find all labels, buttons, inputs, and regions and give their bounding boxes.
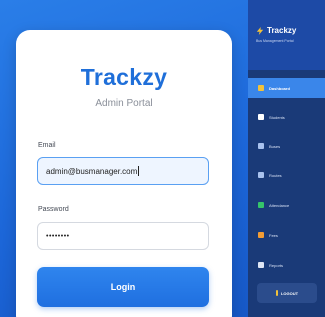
text-caret [138,166,140,176]
sidebar-item-label: Dashboard [269,85,290,91]
login-button[interactable]: Login [37,267,209,307]
sidebar-item-attendance[interactable]: Attendance [248,195,325,215]
sidebar-item-fees[interactable]: Fees [248,225,325,245]
email-field[interactable]: admin@busmanager.com [37,157,209,185]
sidebar-item-label: Reports [269,262,284,268]
sidebar-item-label: Students [269,114,285,120]
sidebar-item-reports[interactable]: Reports [248,255,325,275]
sidebar-title-row: Trackzy [256,26,325,35]
sidebar-item-label: Fees [269,232,278,238]
dashboard-icon [258,85,264,91]
password-value: •••••••• [46,232,70,240]
routes-icon [258,172,264,178]
sidebar-item-label: Routes [269,172,282,178]
logout-label: LOGOUT [280,290,299,296]
sidebar-subtitle: Bus Management Portal [256,39,294,43]
password-field[interactable]: •••••••• [37,222,209,250]
sidebar-header: Trackzy Bus Management Portal [248,0,325,70]
portal-subtitle: Admin Portal [95,98,153,109]
sidebar-item-buses[interactable]: Buses [248,136,325,156]
logout-icon [275,290,278,296]
students-icon [258,114,264,120]
brand-title: Trackzy [80,64,168,90]
fees-icon [258,232,264,238]
logout-button[interactable]: LOGOUT [257,283,317,303]
sidebar-item-label: Buses [269,143,281,149]
sidebar-item-label: Attendance [269,202,290,208]
sidebar-title: Trackzy [267,26,297,35]
reports-icon [258,262,264,268]
login-card: Trackzy Admin Portal Email admin@busmana… [16,30,232,317]
lightning-icon [256,26,264,35]
sidebar-item-dashboard[interactable]: Dashboard [248,78,325,98]
bus-icon [258,143,264,149]
email-value: admin@busmanager.com [46,166,138,176]
sidebar-item-routes[interactable]: Routes [248,165,325,185]
sidebar: Trackzy Bus Management Portal Dashboard S… [248,0,325,317]
sidebar-item-students[interactable]: Students [248,107,325,127]
attendance-icon [258,202,264,208]
password-label: Password [38,206,69,213]
email-label: Email [38,142,56,149]
